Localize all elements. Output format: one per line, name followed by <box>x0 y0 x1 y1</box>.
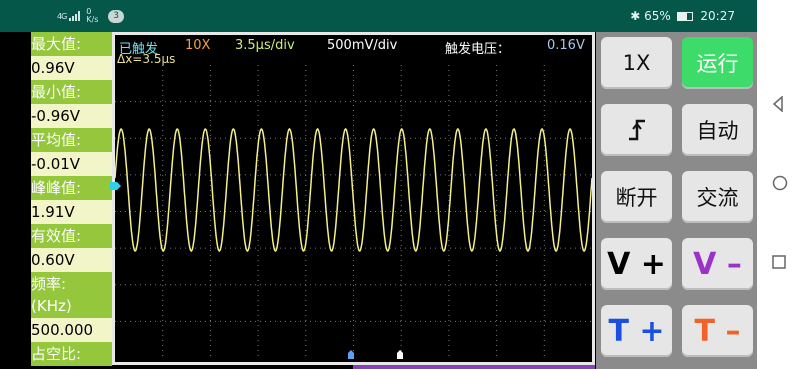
status-left: 4G 0 K/s 3 <box>57 7 125 24</box>
delta-x: Δx=3.5μs <box>117 52 176 66</box>
v-plus-button[interactable]: V + <box>601 238 672 290</box>
control-panel: 1X 运行 自动 断开 交流 V + V – T + T – <box>596 32 757 369</box>
trigger-value: 0.16V <box>547 38 585 53</box>
rms-label: 有效值: <box>31 224 112 248</box>
auto-button[interactable]: 自动 <box>682 104 753 156</box>
avg-value: -0.01V <box>31 152 112 176</box>
signal-icon: 4G <box>57 11 67 21</box>
trigger-label: 触发电压： <box>445 42 511 57</box>
system-nav-bar <box>757 0 799 369</box>
v-minus-button[interactable]: V – <box>682 238 753 290</box>
probe-indicator: 10X <box>185 38 211 53</box>
measurement-panel: 最大值: 0.96V 最小值: -0.96V 平均值: -0.01V 峰峰值: … <box>0 32 112 369</box>
status-right: ✱ 65% 20:27 <box>630 9 735 23</box>
recents-icon[interactable] <box>772 255 786 269</box>
trigger-level-marker[interactable] <box>110 180 122 192</box>
t-minus-button[interactable]: T – <box>682 305 753 357</box>
notification-badge: 3 <box>108 9 125 23</box>
auto-button-label: 自动 <box>696 119 739 143</box>
coupling-button-label: 交流 <box>696 186 739 210</box>
t-minus-label: T – <box>694 313 741 349</box>
freq-value: 500.000 <box>31 318 112 342</box>
home-icon[interactable] <box>772 175 788 191</box>
v-plus-label: V + <box>607 246 666 282</box>
pp-label: 峰峰值: <box>31 176 112 200</box>
v-minus-label: V – <box>693 246 742 282</box>
freq-unit: (KHz) <box>31 294 112 318</box>
run-button[interactable]: 运行 <box>682 37 753 89</box>
min-label: 最小值: <box>31 80 112 104</box>
bluetooth-icon: ✱ <box>630 9 641 23</box>
trigger-position-marker[interactable] <box>397 350 403 359</box>
battery-level: 65% <box>644 9 671 23</box>
duty-label: 占空比: <box>31 342 112 366</box>
clock: 20:27 <box>700 9 735 23</box>
t-plus-label: T + <box>608 313 665 349</box>
bottom-accent-bar <box>353 365 595 369</box>
min-value: -0.96V <box>31 104 112 128</box>
scope-grid <box>115 65 592 359</box>
time-origin-marker[interactable] <box>348 350 354 359</box>
volt-div: 500mV/div <box>327 38 398 53</box>
status-bar: 4G 0 K/s 3 ✱ 65% 20:27 <box>0 0 757 32</box>
back-icon[interactable] <box>772 96 784 112</box>
trigger-edge-button[interactable] <box>601 104 672 156</box>
avg-label: 平均值: <box>31 128 112 152</box>
run-button-label: 运行 <box>696 52 739 76</box>
rms-value: 0.60V <box>31 248 112 272</box>
disconnect-button-label: 断开 <box>615 186 658 210</box>
probe-button[interactable]: 1X <box>601 37 672 89</box>
scope-display[interactable]: 已触发 10X 3.5μs/div 500mV/div 触发电压： 0.16V … <box>112 32 595 365</box>
battery-icon <box>676 12 693 21</box>
timebase: 3.5μs/div <box>235 38 295 53</box>
rising-edge-icon <box>628 119 645 141</box>
coupling-button[interactable]: 交流 <box>682 171 753 223</box>
max-value: 0.96V <box>31 56 112 80</box>
signal-bars-icon <box>69 11 81 21</box>
max-label: 最大值: <box>31 32 112 56</box>
network-speed: 0 K/s <box>86 7 99 24</box>
probe-button-label: 1X <box>622 51 651 75</box>
t-plus-button[interactable]: T + <box>601 305 672 357</box>
pp-value: 1.91V <box>31 200 112 224</box>
disconnect-button[interactable]: 断开 <box>601 171 672 223</box>
freq-label: 频率: <box>31 272 112 296</box>
